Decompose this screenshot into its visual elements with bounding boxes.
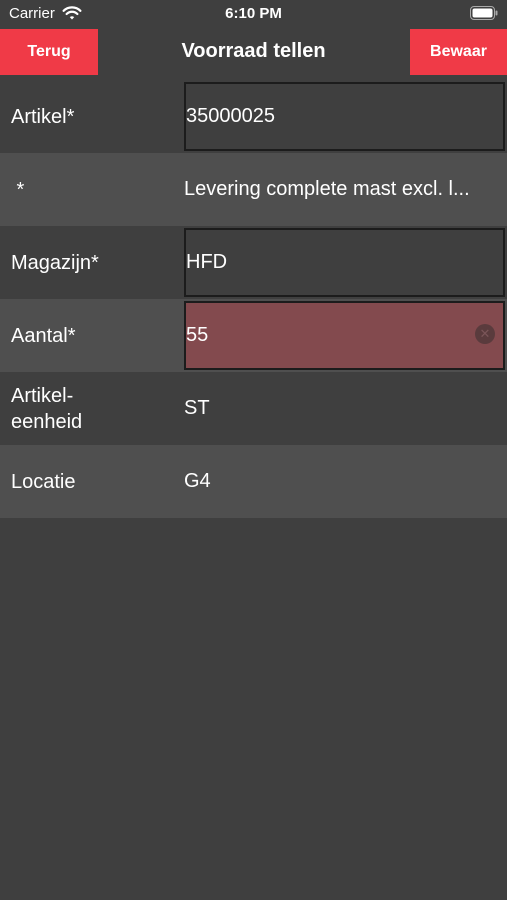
location-value: G4	[184, 470, 211, 492]
status-time: 6:10 PM	[225, 5, 282, 22]
unit-value: ST	[184, 397, 210, 419]
status-bar: Carrier 6:10 PM	[0, 0, 507, 28]
form-row-warehouse: Magazijn* HFD	[0, 226, 507, 299]
description-label: *	[11, 178, 25, 201]
warehouse-label: Magazijn*	[11, 251, 99, 274]
warehouse-input[interactable]: HFD	[184, 228, 505, 297]
form-row-article: Artikel* 35000025	[0, 80, 507, 153]
description-value: Levering complete mast excl. l...	[184, 178, 470, 200]
save-button[interactable]: Bewaar	[410, 29, 507, 75]
battery-icon	[470, 6, 498, 20]
quantity-value: 55	[186, 324, 209, 346]
clear-text-icon[interactable]: ✕	[475, 324, 495, 344]
quantity-label: Aantal*	[11, 324, 76, 347]
navigation-bar: Terug Voorraad tellen Bewaar	[0, 28, 507, 76]
stock-count-form: Artikel* 35000025 * Levering complete ma…	[0, 80, 507, 518]
unit-label: Artikel- eenheid	[11, 384, 83, 433]
quantity-input[interactable]: 55	[184, 301, 505, 370]
location-label: Locatie	[11, 470, 76, 493]
article-input[interactable]: 35000025	[184, 82, 505, 151]
form-row-location: Locatie G4	[0, 445, 507, 518]
article-label: Artikel*	[11, 105, 75, 128]
form-row-quantity: Aantal* 55 ✕	[0, 299, 507, 372]
form-row-description: * Levering complete mast excl. l...	[0, 153, 507, 226]
form-row-unit: Artikel- eenheid ST	[0, 372, 507, 445]
